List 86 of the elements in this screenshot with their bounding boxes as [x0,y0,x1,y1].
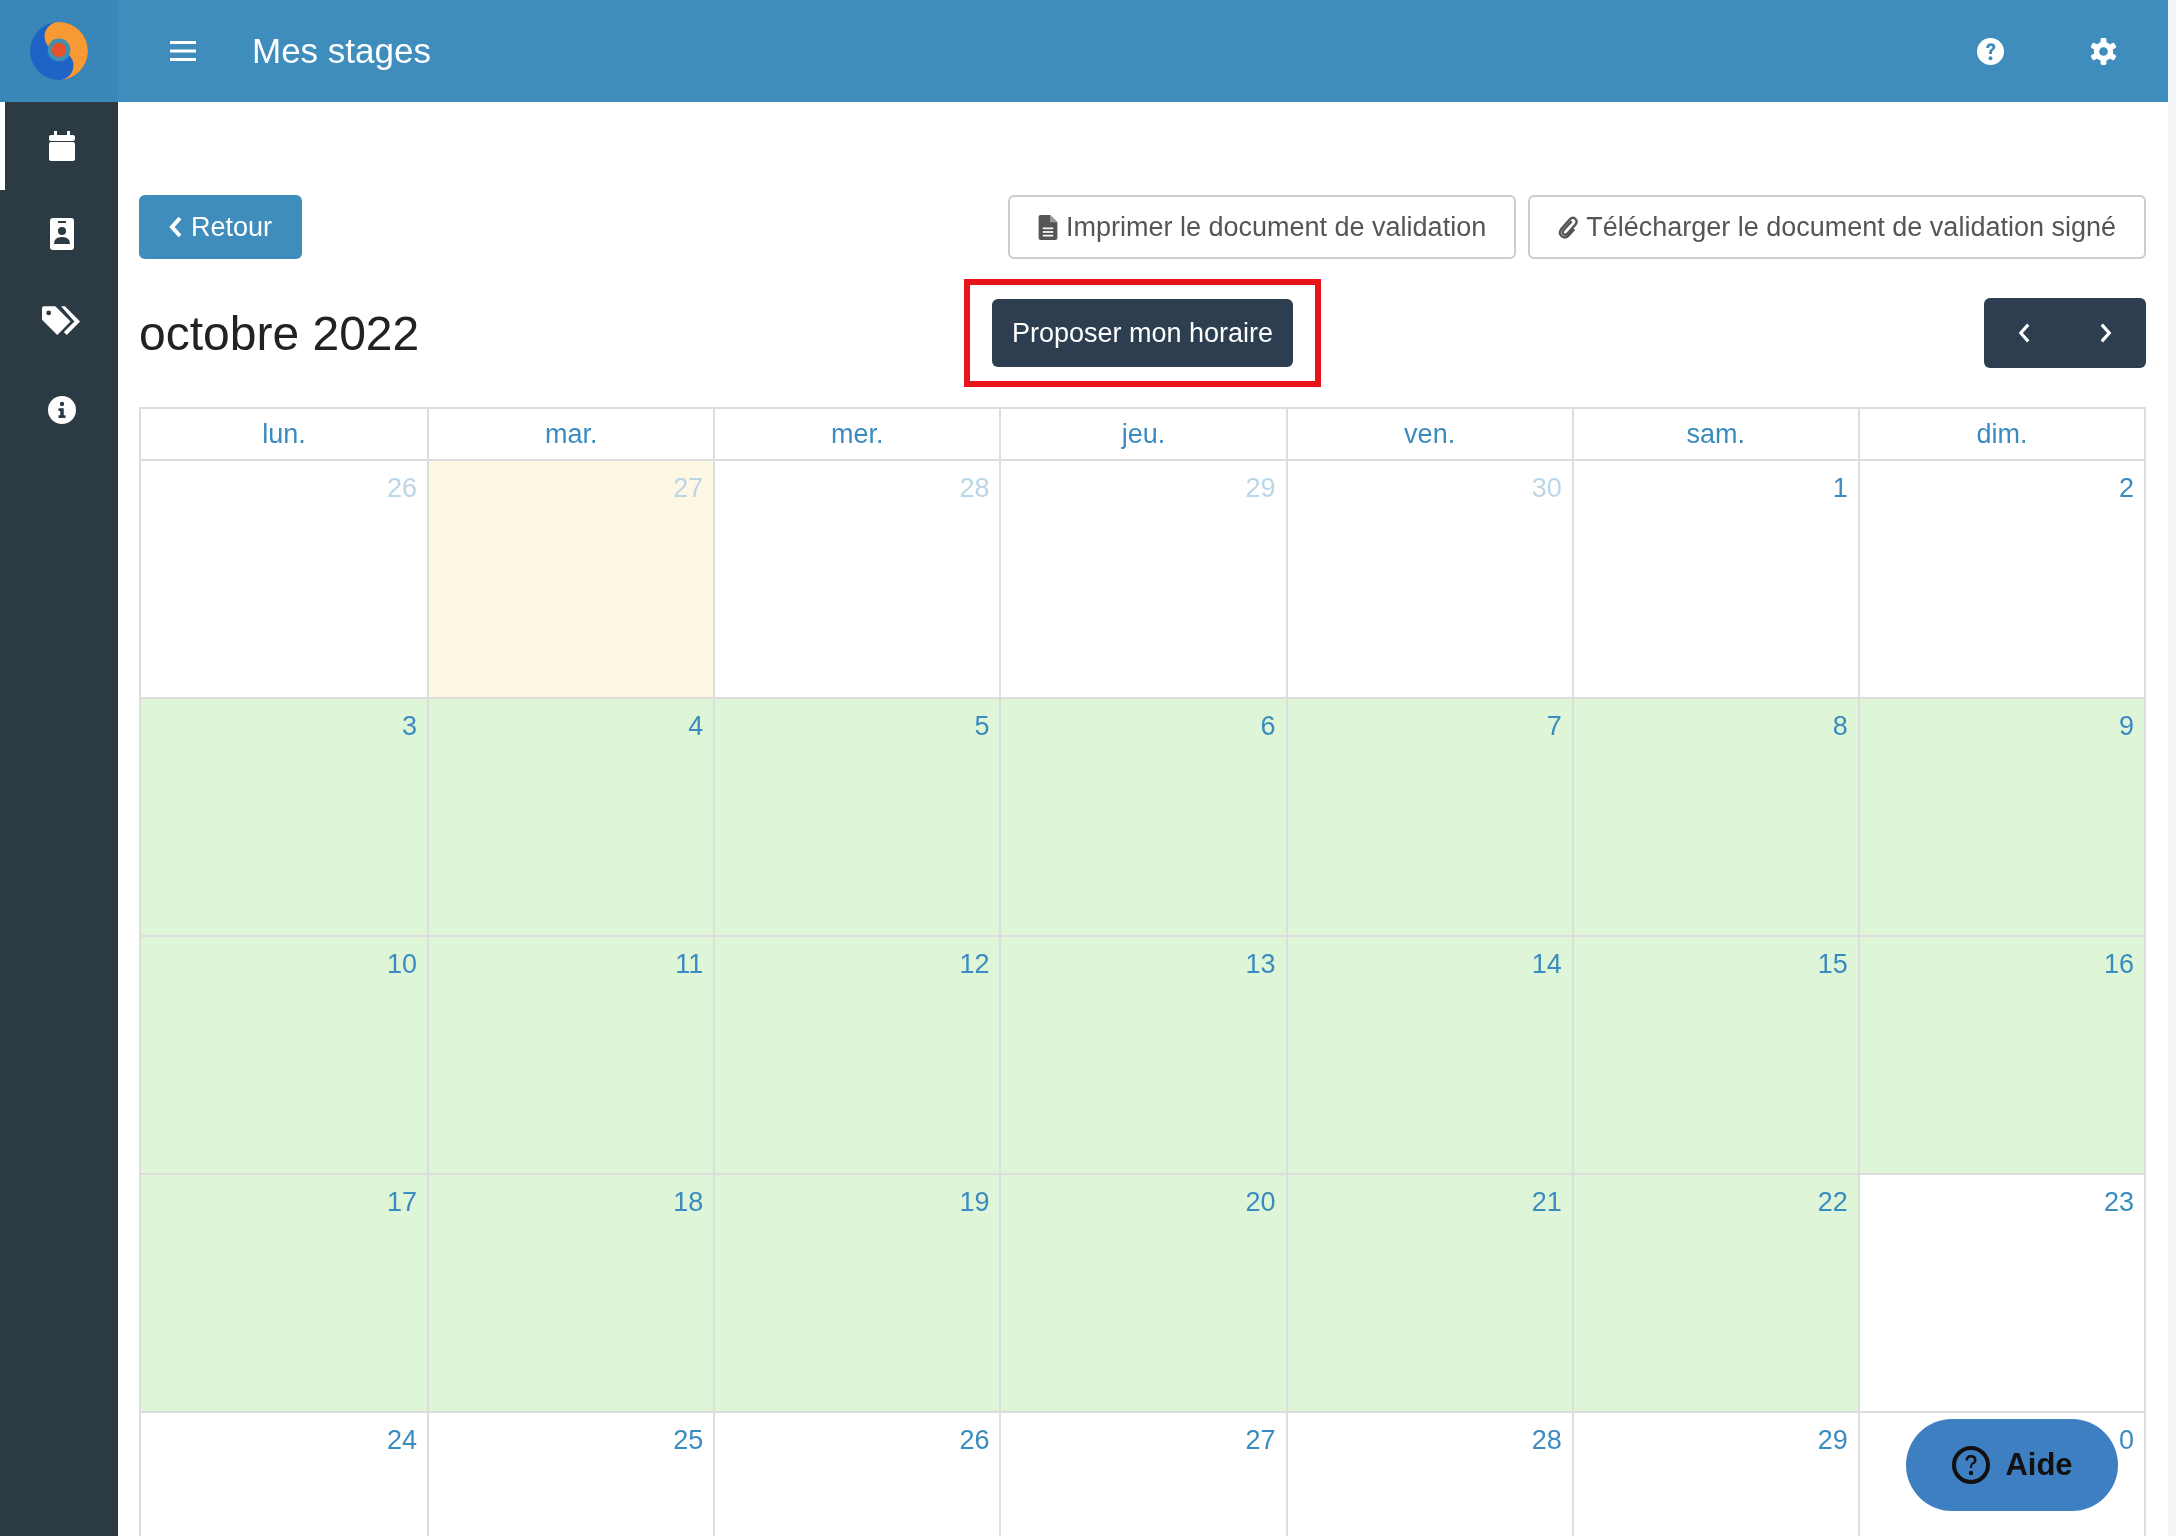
day-number: 23 [2103,1187,2134,1218]
day-number: 2 [2118,473,2134,504]
day-cell[interactable]: 23 [1857,1175,2144,1413]
day-cell[interactable]: 10 [141,937,428,1175]
day-cell[interactable]: 25 [427,1413,714,1536]
day-number: 17 [387,1187,418,1218]
day-number: 30 [1531,473,1562,504]
day-cell[interactable]: 18 [427,1175,714,1413]
page-title: Mes stages [252,31,431,71]
day-number: 3 [402,711,418,742]
day-cell[interactable]: 9 [1857,699,2144,937]
day-number: 6 [1260,711,1276,742]
weekday-header: sam. [1571,409,1858,461]
day-number: 29 [1245,473,1276,504]
day-number: 11 [675,949,704,980]
weekday-header: ven. [1285,409,1572,461]
help-button[interactable]: Aide [1906,1419,2118,1511]
paperclip-icon [1558,214,1579,240]
day-number: 7 [1546,711,1562,742]
day-cell[interactable]: 3 [141,699,428,937]
day-number: 0 [2118,1425,2134,1456]
day-cell[interactable]: 6 [999,699,1286,937]
day-cell[interactable]: 24 [141,1413,428,1536]
info-icon [47,394,76,426]
day-cell[interactable]: 14 [1285,937,1572,1175]
day-number: 24 [387,1425,418,1456]
day-number: 13 [1245,949,1276,980]
day-number: 4 [688,711,704,742]
day-cell[interactable]: 26 [713,1413,1000,1536]
logo-icon [28,20,90,82]
weekday-header: dim. [1857,409,2144,461]
day-cell[interactable]: 29 [1571,1413,1858,1536]
day-cell[interactable]: 19 [713,1175,1000,1413]
day-cell[interactable]: 16 [1857,937,2144,1175]
day-cell[interactable]: 13 [999,937,1286,1175]
document-icon [1037,214,1058,240]
day-number: 21 [1531,1187,1562,1218]
day-number: 18 [673,1187,704,1218]
day-cell[interactable]: 11 [427,937,714,1175]
day-number: 9 [2118,711,2134,742]
print-button[interactable]: Imprimer le document de validation [1007,195,1517,259]
day-cell[interactable]: 21 [1285,1175,1572,1413]
day-number: 28 [1531,1425,1562,1456]
day-number: 14 [1531,949,1562,980]
day-cell[interactable]: 28 [1285,1413,1572,1536]
settings-icon[interactable] [2089,36,2118,66]
day-number: 26 [959,1425,990,1456]
propose-schedule-button[interactable]: Proposer mon horaire [991,299,1294,367]
download-button[interactable]: Télécharger le document de validation signé [1528,195,2146,259]
day-cell[interactable]: 4 [427,699,714,937]
day-cell[interactable]: 8 [1571,699,1858,937]
day-number: 1 [1832,473,1848,504]
help-icon [1951,1445,1992,1485]
day-number: 19 [959,1187,990,1218]
day-number: 27 [1245,1425,1276,1456]
day-cell[interactable]: 20 [999,1175,1286,1413]
day-cell[interactable]: 15 [1571,937,1858,1175]
day-number: 26 [387,473,418,504]
menu-icon[interactable] [170,40,196,62]
day-number: 29 [1817,1425,1848,1456]
day-number: 12 [959,949,990,980]
day-number: 25 [673,1425,704,1456]
day-number: 20 [1245,1187,1276,1218]
weekday-header: jeu. [999,409,1286,461]
weekday-header: mer. [713,409,1000,461]
day-number: 5 [974,711,990,742]
chevron-left-icon [169,216,183,238]
day-number: 28 [959,473,990,504]
calendar-icon [47,130,76,162]
id-badge-icon [47,218,76,250]
month-title: octobre 2022 [139,305,421,361]
day-number: 22 [1817,1187,1848,1218]
day-cell[interactable]: 27 [999,1413,1286,1536]
day-number: 10 [387,949,418,980]
help-icon[interactable] [1976,36,2005,66]
day-number: 27 [673,473,704,504]
day-cell[interactable]: 7 [1285,699,1572,937]
day-cell[interactable]: 17 [141,1175,428,1413]
day-cell[interactable]: 12 [713,937,1000,1175]
day-number: 16 [2103,949,2134,980]
day-cell[interactable]: 5 [713,699,1000,937]
back-button[interactable]: Retour [139,195,303,259]
day-number: 8 [1832,711,1848,742]
day-number: 15 [1817,949,1848,980]
weekday-header: lun. [141,409,428,461]
day-cell[interactable]: 22 [1571,1175,1858,1413]
